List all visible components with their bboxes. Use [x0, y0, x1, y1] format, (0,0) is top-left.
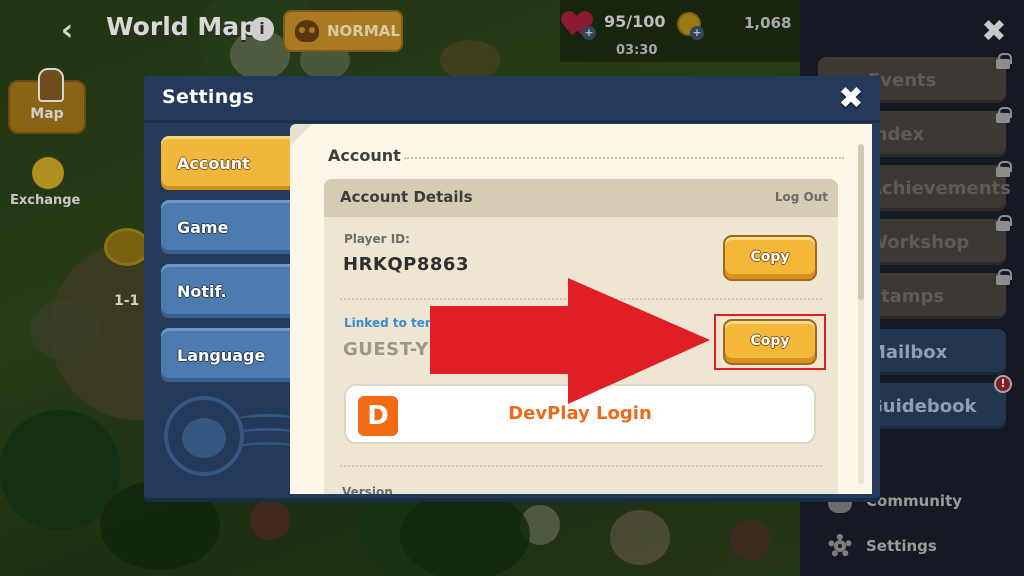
- info-icon[interactable]: i: [250, 17, 274, 41]
- side-item-settings[interactable]: Settings: [828, 534, 937, 558]
- close-icon[interactable]: ✖: [834, 82, 868, 116]
- alert-icon: !: [994, 375, 1012, 393]
- map-title: World Map: [106, 12, 258, 41]
- skull-icon: [295, 20, 319, 42]
- map-button-label: Map: [30, 106, 64, 122]
- lock-icon: [996, 269, 1012, 285]
- account-details-title: Account Details: [340, 188, 473, 206]
- back-button[interactable]: ‹: [52, 14, 82, 48]
- map-button[interactable]: Map: [8, 68, 86, 134]
- scrollbar-thumb[interactable]: [858, 144, 864, 300]
- side-menu-close-icon[interactable]: ✖: [980, 17, 1008, 47]
- lock-icon: [996, 53, 1012, 69]
- stamp-decoration-icon: [164, 396, 244, 476]
- side-item-label: Workshop: [868, 231, 970, 253]
- stamp-wave: [238, 428, 298, 438]
- dialog-divider: [144, 120, 880, 123]
- tab-label: Language: [177, 345, 266, 365]
- stage-label[interactable]: 1-1: [114, 293, 139, 309]
- section-title: Account: [328, 146, 401, 165]
- cookie-face-icon: [182, 418, 226, 458]
- version-label: Version: [342, 485, 393, 494]
- copy-player-id-button[interactable]: Copy: [723, 235, 817, 281]
- side-item-label: Community: [866, 492, 963, 510]
- stamp-wave: [238, 414, 298, 424]
- tab-language[interactable]: Language: [161, 328, 303, 382]
- exchange-bear-icon[interactable]: [32, 157, 64, 189]
- side-item-label: Guidebook: [868, 395, 977, 417]
- energy-timer: 03:30: [616, 43, 658, 58]
- tab-game[interactable]: Game: [161, 200, 303, 254]
- section-divider: [404, 157, 844, 159]
- scrollbar[interactable]: [858, 144, 864, 484]
- player-id-label: Player ID:: [344, 232, 410, 246]
- add-coins-button[interactable]: +: [690, 26, 704, 40]
- row-divider: [340, 465, 822, 467]
- map-icon: [38, 68, 64, 102]
- tab-label: Game: [177, 217, 229, 237]
- gear-icon: [828, 534, 852, 558]
- coin-count: 1,068: [744, 14, 792, 32]
- linked-account-value: GUEST-Y: [343, 339, 429, 360]
- red-arrow-annotation: [430, 278, 710, 404]
- dialog-title: Settings: [162, 86, 255, 108]
- add-energy-button[interactable]: +: [582, 26, 596, 40]
- stamp-wave: [238, 442, 298, 452]
- red-arrow-shape: [430, 278, 710, 404]
- side-item-label: Achievements: [868, 177, 1011, 199]
- difficulty-mode-button[interactable]: NORMAL: [283, 10, 403, 52]
- tab-notifications[interactable]: Notif.: [161, 264, 303, 318]
- tab-label: Notif.: [177, 281, 227, 301]
- lock-icon: [996, 161, 1012, 177]
- player-id-value: HRKQP8863: [343, 254, 469, 275]
- panel-fold: [290, 124, 312, 146]
- exchange-label[interactable]: Exchange: [10, 193, 80, 208]
- energy-count: 95/100: [604, 12, 666, 31]
- lock-icon: [996, 215, 1012, 231]
- difficulty-mode-label: NORMAL: [327, 22, 400, 40]
- linked-account-label: Linked to tem: [344, 316, 438, 330]
- lock-icon: [996, 107, 1012, 123]
- account-details-header: Account Details Log Out: [324, 179, 838, 217]
- tab-account[interactable]: Account: [161, 136, 303, 190]
- logout-link[interactable]: Log Out: [775, 190, 828, 204]
- tab-label: Account: [177, 153, 250, 173]
- side-item-label: Settings: [866, 537, 937, 555]
- highlight-box: [714, 314, 826, 370]
